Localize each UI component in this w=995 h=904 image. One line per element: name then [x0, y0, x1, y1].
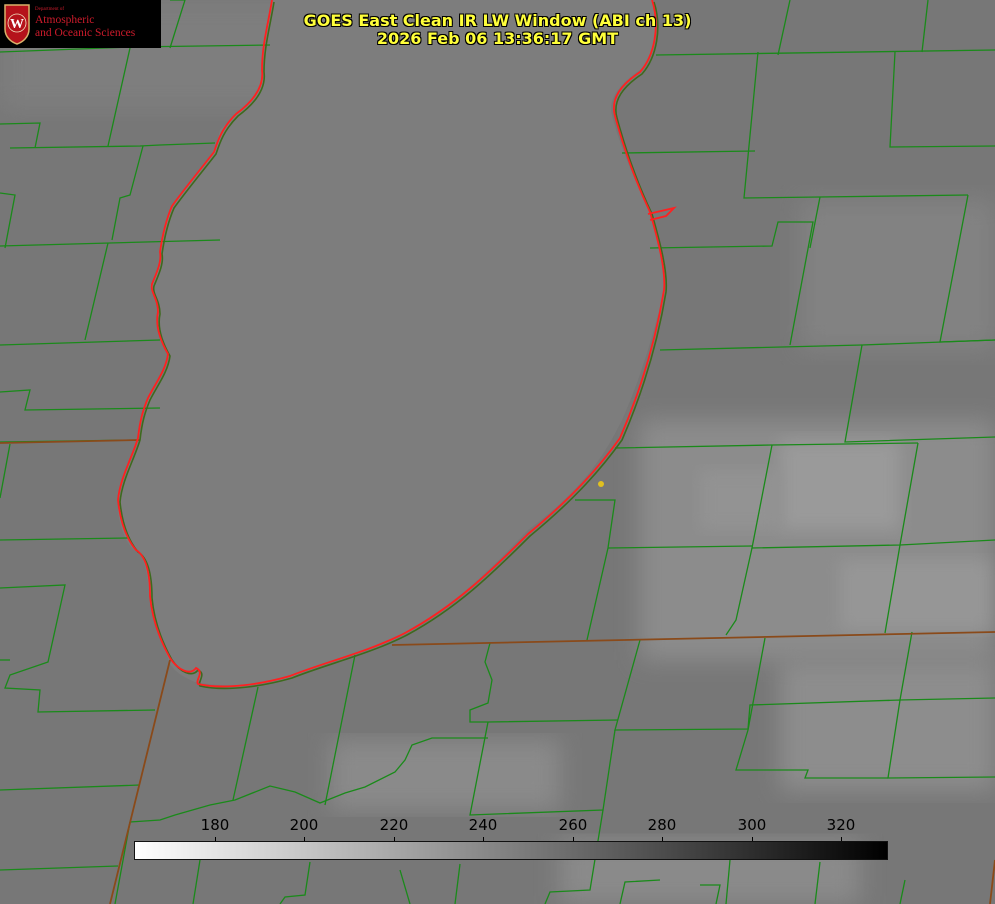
colorbar-tick-label: 220	[379, 816, 409, 834]
station-marker	[598, 481, 604, 487]
timestamp-title: 2026 Feb 06 13:36:17 GMT	[376, 29, 619, 48]
colorbar-tick-label: 320	[826, 816, 856, 834]
colorbar-tick-label: 260	[558, 816, 588, 834]
colorbar-tick-label: 180	[200, 816, 230, 834]
colorbar-tick-label: 300	[737, 816, 767, 834]
colorbar-gradient	[134, 841, 888, 860]
colorbar-tick-label: 280	[647, 816, 677, 834]
colorbar-tick-label: 200	[289, 816, 319, 834]
product-title: GOES East Clean IR LW Window (ABI ch 13)	[303, 11, 692, 30]
satellite-map	[0, 0, 995, 904]
satellite-map-view: W Department of Atmospheric and Oceanic …	[0, 0, 995, 904]
colorbar-tick-label: 240	[468, 816, 498, 834]
